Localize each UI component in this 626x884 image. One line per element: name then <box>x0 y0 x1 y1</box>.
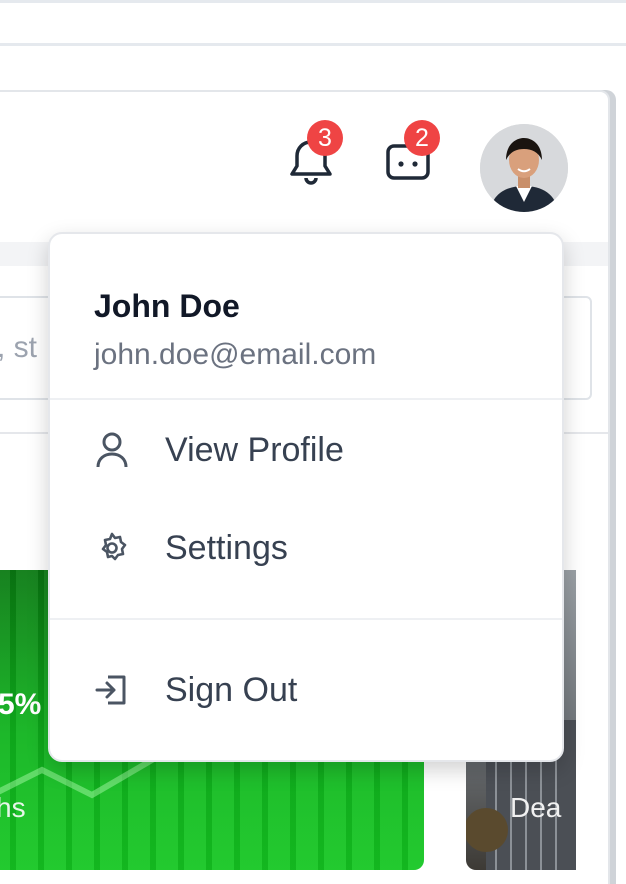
menu-item-settings[interactable]: Settings <box>50 502 562 594</box>
messages-badge: 2 <box>404 120 440 156</box>
top-bar <box>0 0 626 46</box>
menu-item-label: Sign Out <box>165 670 298 709</box>
user-avatar[interactable] <box>480 124 568 212</box>
user-email: john.doe@email.com <box>94 338 377 371</box>
notifications-badge: 3 <box>307 120 343 156</box>
promo-percentage: 5% <box>0 688 42 721</box>
dropdown-user-info: John Doe john.doe@email.com <box>50 234 562 400</box>
app-screen: 3 2 s, st 5% s Dea John Doe john.doe@ema… <box>0 0 626 884</box>
menu-divider <box>50 618 562 620</box>
menu-item-sign-out[interactable]: Sign Out <box>50 644 562 736</box>
menu-item-label: Settings <box>165 528 288 567</box>
notifications-button[interactable]: 3 <box>287 120 343 188</box>
user-name: John Doe <box>94 288 240 324</box>
menu-item-label: View Profile <box>165 430 344 469</box>
promo-subtitle: hs <box>0 792 26 823</box>
promo-photo-label: Dea <box>510 792 562 823</box>
sign-out-icon <box>94 672 130 708</box>
user-icon <box>94 432 130 468</box>
menu-item-view-profile[interactable]: View Profile <box>50 404 562 496</box>
gear-icon <box>94 530 130 566</box>
header-bar: 3 2 <box>0 92 608 242</box>
user-dropdown-menu: John Doe john.doe@email.com View Profile… <box>48 232 564 762</box>
messages-button[interactable]: 2 <box>384 120 440 188</box>
